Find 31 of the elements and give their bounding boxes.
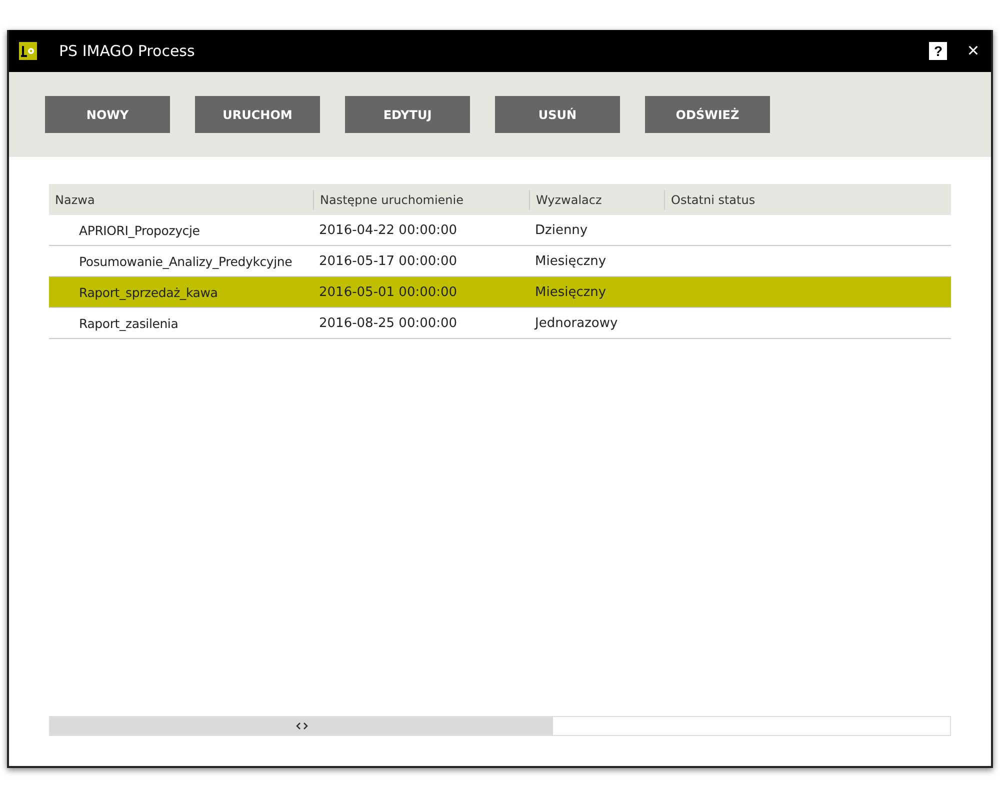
table-cell-text: Raport_sprzedaż_kawa [78, 284, 219, 300]
window-title: PS IMAGO Process [59, 42, 196, 60]
table-cell-text: APRIORI_Propozycje [78, 222, 201, 238]
column-header[interactable]: Następne uruchomienie [313, 190, 529, 210]
table-cell-text: Posumowanie_Analizy_Predykcyjne [78, 254, 294, 268]
scrollbar-thumb[interactable] [50, 717, 553, 735]
table-cell-text: Miesięczny [534, 254, 608, 268]
column-header[interactable]: Nazwa [49, 190, 313, 210]
table-row[interactable]: APRIORI_Propozycje 2016-04-22 00:00:00 Dzienny [49, 215, 951, 246]
toolbar-button[interactable]: NOWY [45, 96, 170, 133]
toolbar-button[interactable]: EDYTUJ [345, 96, 470, 133]
table-cell-text: Miesięczny [534, 284, 608, 300]
table-cell-text: 2016-08-25 00:00:00 [318, 316, 458, 330]
table-cell-text: Dzienny [534, 222, 589, 238]
column-header[interactable]: Ostatni status [664, 190, 951, 210]
toolbar-button[interactable]: ODŚWIEŻ [645, 96, 770, 133]
table-cell-text: Jednorazowy [533, 316, 619, 330]
table-cell-text: 2016-04-22 00:00:00 [318, 222, 458, 238]
toolbar-button[interactable]: USUŃ [495, 96, 620, 133]
close-button[interactable]: × [965, 40, 981, 62]
table-row[interactable]: Raport_sprzedaż_kawa 2016-05-01 00:00:00 Miesięczny [49, 277, 951, 308]
column-header[interactable]: Wyzwalacz [529, 190, 664, 210]
app-logo-icon [19, 42, 37, 60]
table-row[interactable]: Raport_zasilenia 2016-08-25 00:00:00 Jednorazowy [49, 308, 951, 339]
horizontal-scrollbar[interactable] [49, 716, 951, 736]
table-cell-text: Raport_zasilenia [78, 316, 180, 330]
table-cell-text: 2016-05-01 00:00:00 [318, 284, 458, 300]
help-button[interactable]: ? [929, 42, 948, 60]
scroll-arrows-icon [296, 722, 308, 730]
table-cell-text: 2016-05-17 00:00:00 [318, 254, 458, 268]
toolbar-button[interactable]: URUCHOM [195, 96, 320, 133]
